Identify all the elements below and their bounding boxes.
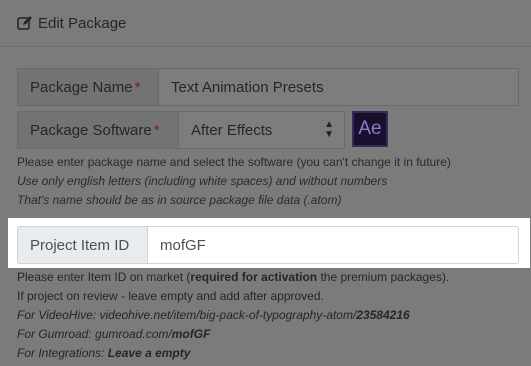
help-text-line: Please enter Item ID on market (required… (17, 268, 449, 287)
package-name-group: Package Name * Text Animation Presets (17, 68, 519, 106)
help-text-bold: 23584216 (356, 308, 410, 322)
edit-icon (17, 15, 33, 31)
help-text-bold: Leave a empty (107, 346, 191, 360)
package-name-input[interactable]: Text Animation Presets (159, 68, 519, 106)
help-text-line: For Gumroad: gumroad.com/mofGF (17, 325, 210, 344)
required-mark: * (153, 121, 160, 139)
modal-title: Edit Package (38, 14, 127, 32)
help-text-bold: mofGF (171, 327, 211, 341)
project-item-label: Project Item ID (17, 226, 148, 264)
select-caret-icon: ▲ ▼ (324, 119, 334, 140)
modal-header: Edit Package (0, 0, 531, 47)
help-text-line: Please enter package name and select the… (17, 155, 451, 169)
help-text-line: Use only english letters (including whit… (17, 174, 388, 188)
help-text-fragment: For Gumroad: gumroad.com/ (17, 327, 172, 341)
help-text-line: That's name should be as in source packa… (17, 193, 342, 207)
project-item-input[interactable]: mofGF (148, 226, 519, 264)
package-name-label: Package Name * (17, 68, 159, 106)
package-name-label-text: Package Name (30, 78, 133, 96)
required-mark: * (134, 78, 141, 96)
package-software-value: After Effects (191, 121, 273, 139)
help-text-line: For VideoHive: videohive.net/item/big-pa… (17, 306, 410, 325)
help-text-fragment: Please enter Item ID on market ( (17, 270, 191, 284)
help-text-line: If project on review - leave empty and a… (17, 289, 324, 303)
help-text-fragment: For Integrations: (17, 346, 108, 360)
help-text-bold: required for activation (190, 270, 318, 284)
package-software-group: Package Software * After Effects ▲ ▼ (17, 111, 345, 149)
after-effects-logo: Ae (352, 111, 388, 147)
package-software-label-text: Package Software (30, 121, 152, 139)
help-text-line: For Integrations: Leave a empty (17, 344, 190, 363)
package-software-label: Package Software * (17, 111, 179, 149)
project-item-group: Project Item ID mofGF (17, 226, 519, 264)
package-software-select[interactable]: After Effects ▲ ▼ (179, 111, 345, 149)
help-text-fragment: For VideoHive: videohive.net/item/big-pa… (17, 308, 357, 322)
help-text-fragment: the premium packages). (317, 270, 450, 284)
